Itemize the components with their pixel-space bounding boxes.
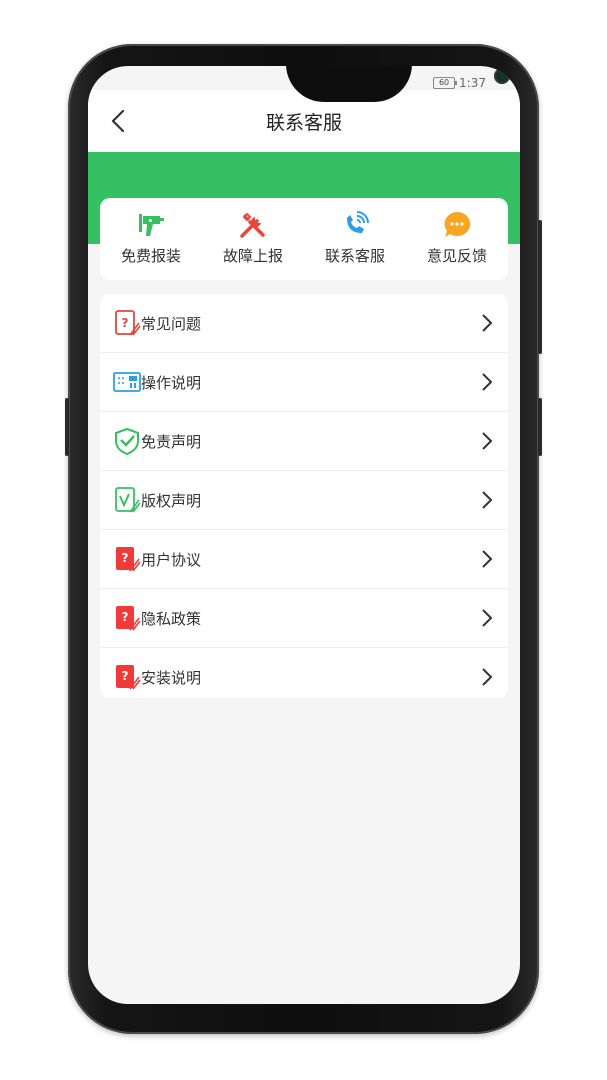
svg-text:?: ? (122, 669, 129, 683)
menu-item-privacy-policy[interactable]: ? 隐私政策 (100, 589, 508, 648)
chevron-right-icon (482, 314, 493, 332)
menu-item-label: 隐私政策 (141, 610, 202, 628)
menu-item-copyright[interactable]: 版权声明 (100, 471, 508, 530)
chat-bubble-icon (444, 211, 471, 237)
chevron-right-icon (482, 609, 493, 627)
menu-item-label: 安装说明 (141, 669, 202, 687)
menu-item-user-agreement[interactable]: ? 用户协议 (100, 530, 508, 589)
shield-check-icon (115, 427, 139, 455)
menu-item-label: 常见问题 (141, 315, 202, 333)
svg-text:?: ? (122, 551, 129, 565)
clock: 1:37 (459, 76, 486, 90)
quick-action-contact-service[interactable]: 联系客服 (304, 198, 406, 280)
check-card-icon (115, 487, 141, 513)
battery-icon: 60 (433, 77, 458, 89)
menu-item-disclaimer[interactable]: 免责声明 (100, 412, 508, 471)
menu-item-label: 版权声明 (141, 492, 202, 510)
question-card-red-icon: ? (116, 665, 141, 690)
power-button-top (538, 220, 542, 354)
svg-text:?: ? (122, 610, 129, 624)
quick-action-fault-report[interactable]: 故障上报 (202, 198, 304, 280)
drill-icon (139, 214, 164, 236)
menu-item-label: 免责声明 (141, 433, 202, 451)
display-notch (286, 66, 510, 102)
quick-action-feedback[interactable]: 意见反馈 (406, 198, 508, 280)
chevron-right-icon (482, 432, 493, 450)
menu-item-faq[interactable]: ? 常见问题 (100, 294, 508, 353)
quick-action-label: 免费报装 (120, 247, 181, 265)
quick-actions-card: 免费报装 故障上报 联系客服 意见反馈 (100, 198, 508, 280)
power-button-bottom (538, 398, 542, 456)
chevron-right-icon (482, 668, 493, 686)
menu-item-install-guide[interactable]: ? 安装说明 (100, 648, 508, 698)
question-card-red-icon: ? (116, 606, 141, 631)
menu-item-label: 用户协议 (141, 551, 202, 569)
menu-list: ? 常见问题 操作说明 免责声明 版权声明 ? 用户协议 ? 隐私政策 ? 安装… (100, 294, 508, 698)
front-camera (494, 68, 510, 84)
question-card-outline-icon: ? (115, 310, 141, 336)
menu-item-label: 操作说明 (141, 374, 202, 392)
page-title: 联系客服 (265, 112, 342, 134)
menu-item-operation-guide[interactable]: 操作说明 (100, 353, 508, 412)
quick-action-free-install[interactable]: 免费报装 (100, 198, 202, 280)
phone-icon (347, 211, 369, 233)
quick-action-label: 联系客服 (324, 247, 385, 265)
volume-button (65, 398, 69, 456)
chevron-right-icon (482, 550, 493, 568)
app-screen: 联系客服 60 1:37 免费报装 故障上报 联系客服 意见反馈 ? 常见问题 … (88, 66, 520, 1004)
app-header: 联系客服 (88, 90, 520, 152)
quick-action-label: 意见反馈 (426, 247, 487, 265)
chevron-right-icon (482, 373, 493, 391)
status-bar: 60 1:37 (433, 76, 486, 90)
chevron-right-icon (482, 491, 493, 509)
quick-action-label: 故障上报 (222, 247, 283, 265)
question-card-red-icon: ? (116, 547, 141, 572)
device-manual-icon (113, 372, 141, 392)
svg-text:?: ? (122, 316, 129, 330)
tools-icon (240, 212, 265, 238)
